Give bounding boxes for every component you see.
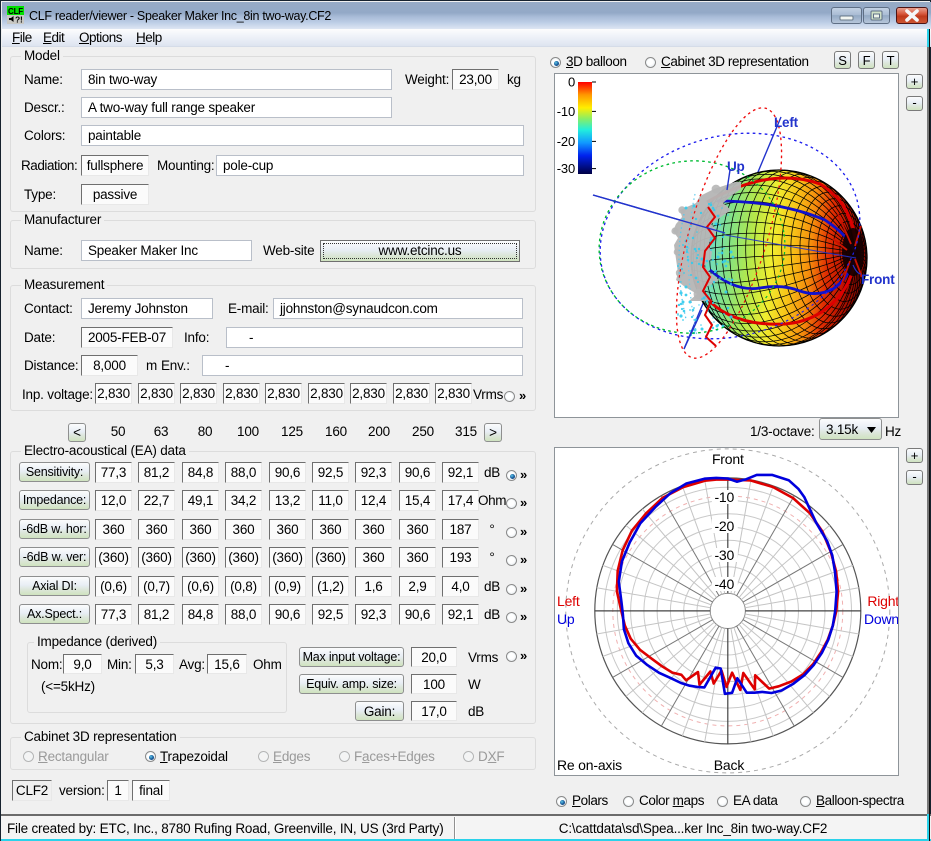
svg-text:Left: Left: [557, 593, 580, 609]
svg-text:-10: -10: [714, 489, 734, 505]
svg-text:Down: Down: [864, 611, 899, 627]
svg-text:-30: -30: [557, 161, 575, 176]
svg-text:Up: Up: [727, 159, 745, 174]
svg-text:Back: Back: [714, 757, 746, 773]
svg-text:-20: -20: [714, 518, 734, 534]
svg-text:Left: Left: [774, 115, 799, 130]
svg-text:?!: ?!: [15, 15, 23, 25]
svg-text:-40: -40: [714, 576, 734, 592]
svg-text:Right: Right: [867, 593, 899, 609]
svg-text:0: 0: [568, 75, 575, 90]
svg-text:Front: Front: [861, 272, 895, 287]
svg-text:-30: -30: [714, 547, 734, 563]
svg-text:Re on-axis: Re on-axis: [557, 757, 622, 773]
svg-text:Front: Front: [712, 451, 744, 467]
svg-text:-20: -20: [557, 134, 575, 149]
svg-text:Up: Up: [557, 611, 575, 627]
svg-text:-10: -10: [557, 104, 575, 119]
